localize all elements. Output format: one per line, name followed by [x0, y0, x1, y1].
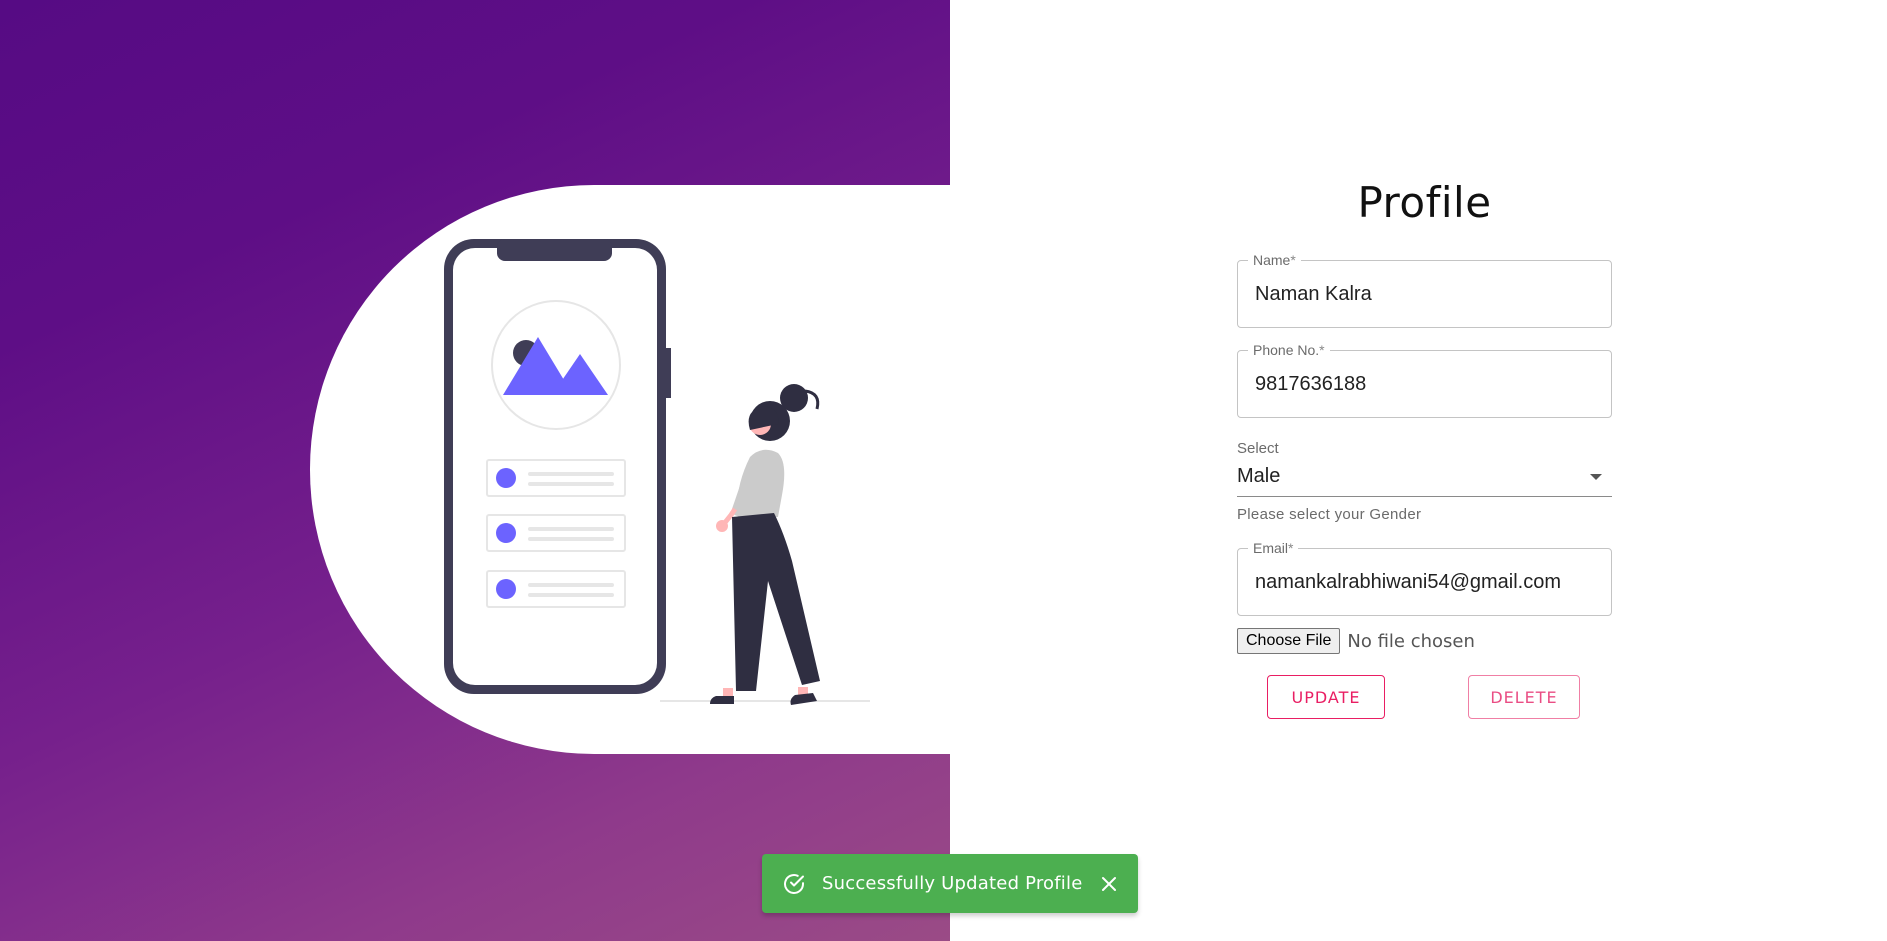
hero-panel: [0, 0, 950, 941]
gender-select[interactable]: Select Male: [1237, 440, 1612, 498]
email-field[interactable]: Email*: [1237, 540, 1612, 616]
person-figure: [710, 384, 820, 705]
select-underline: [1237, 496, 1612, 497]
phone-field[interactable]: Phone No.*: [1237, 342, 1612, 418]
update-button[interactable]: UPDATE: [1267, 675, 1385, 719]
success-toast: Successfully Updated Profile: [762, 854, 1138, 913]
dropdown-arrow-icon[interactable]: [1590, 474, 1602, 480]
list-item-illustration: [486, 459, 626, 497]
phone-person-illustration: [444, 239, 870, 705]
email-input[interactable]: [1255, 571, 1595, 594]
choose-file-button[interactable]: Choose File: [1237, 628, 1341, 654]
email-field-label: Email*: [1248, 540, 1299, 556]
file-status: No file chosen: [1347, 630, 1475, 652]
name-field[interactable]: Name*: [1237, 252, 1612, 328]
gender-helper-text: Please select your Gender: [1237, 506, 1422, 523]
image-circle: [491, 300, 621, 430]
list-item-illustration: [486, 514, 626, 552]
name-field-label: Name*: [1248, 252, 1301, 268]
delete-button[interactable]: DELETE: [1468, 675, 1580, 719]
phone-side-button: [666, 348, 671, 398]
file-upload: Choose File No file chosen: [1237, 628, 1475, 654]
phone-input[interactable]: [1255, 373, 1595, 396]
check-circle-icon: [782, 872, 806, 896]
gender-select-value[interactable]: Male: [1237, 465, 1280, 488]
phone-notch: [497, 239, 612, 261]
close-icon[interactable]: [1098, 873, 1120, 895]
name-input[interactable]: [1255, 283, 1595, 306]
toast-message: Successfully Updated Profile: [822, 873, 1083, 894]
phone-field-label: Phone No.*: [1248, 342, 1330, 358]
page-title: Profile: [1357, 178, 1492, 227]
list-item-illustration: [486, 570, 626, 608]
gender-select-label: Select: [1237, 440, 1279, 457]
